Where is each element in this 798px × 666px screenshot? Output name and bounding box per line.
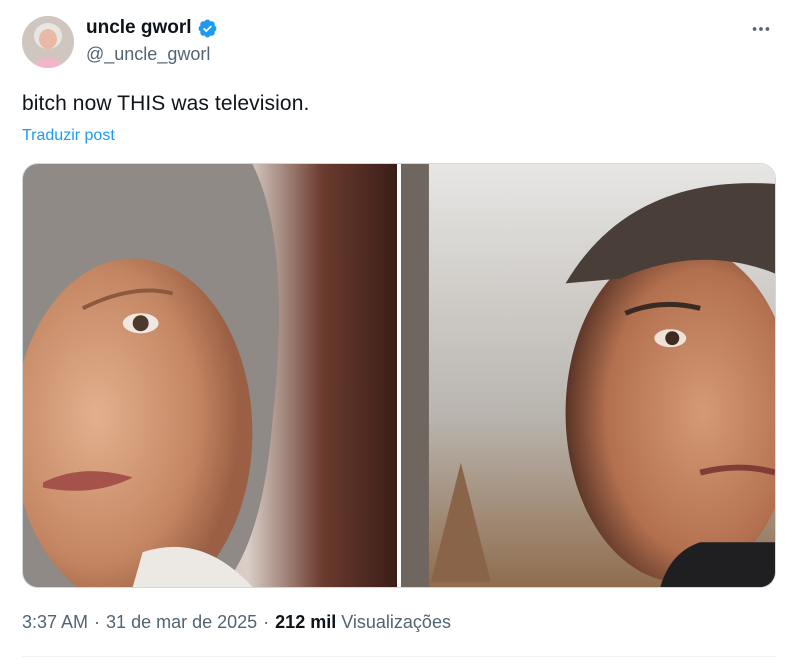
tweet-time[interactable]: 3:37 AM [22, 612, 88, 633]
views-count: 212 mil [275, 612, 337, 632]
display-name[interactable]: uncle gworl [86, 17, 192, 39]
more-options-button[interactable] [746, 14, 776, 44]
tweet-date[interactable]: 31 de mar de 2025 [106, 612, 257, 633]
verified-badge-icon[interactable] [197, 18, 218, 39]
user-handle[interactable]: @_uncle_gworl [86, 44, 218, 65]
meta-separator: · [94, 612, 101, 632]
tweet-media [22, 163, 776, 588]
translate-post-link[interactable]: Traduzir post [22, 127, 115, 145]
media-image-right[interactable] [401, 164, 775, 587]
more-options-icon [752, 27, 770, 31]
views-label: Visualizações [341, 612, 451, 632]
avatar-photo [22, 16, 74, 68]
tweet-meta: 3:37 AM · 31 de mar de 2025 · 212 mil Vi… [22, 612, 451, 633]
meta-separator: · [263, 612, 270, 632]
tweet-text: bitch now THIS was television. [22, 92, 310, 115]
avatar[interactable] [22, 16, 74, 68]
divider [22, 656, 776, 657]
photo-woman-closeup [23, 164, 397, 587]
photo-man-closeup [401, 164, 775, 587]
tweet-author: uncle gworl @_uncle_gworl [86, 16, 218, 65]
media-image-left[interactable] [23, 164, 397, 587]
